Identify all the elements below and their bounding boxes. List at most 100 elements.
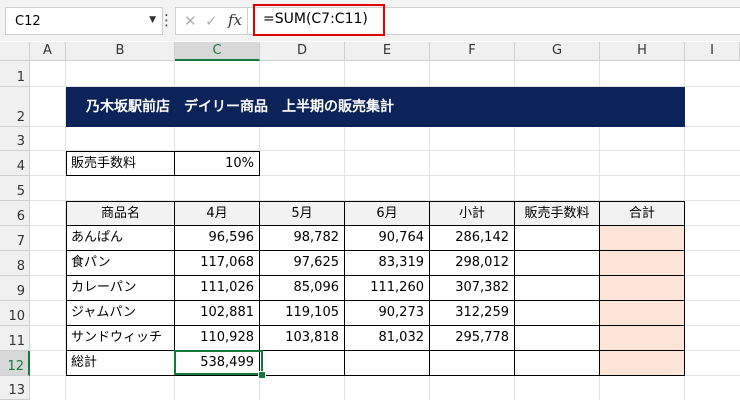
column-header-g[interactable]: G [515,42,600,61]
table-cell[interactable]: 110,928 [175,326,260,351]
table-cell[interactable]: 295,778 [430,326,515,351]
row-number: 4 [16,159,25,174]
product-name-cell[interactable]: 食パン [66,251,175,276]
table-cell[interactable]: 102,881 [175,301,260,326]
formula-buttons: ✕ ✓ fx [175,7,248,35]
row-header-12[interactable]: 12 [0,351,30,376]
row-number: 12 [7,359,24,374]
table-cell[interactable]: 307,382 [430,276,515,301]
row-header-6[interactable]: 6 [0,201,30,226]
row-number: 11 [8,334,25,349]
table-cell[interactable] [600,276,685,301]
total-cell[interactable] [430,351,515,376]
table-cell[interactable]: 96,596 [175,226,260,251]
chevron-down-icon[interactable]: ▼ [149,15,156,25]
table-cell[interactable] [515,301,600,326]
enter-icon[interactable]: ✓ [205,12,218,30]
row-number: 7 [16,234,25,249]
table-cell[interactable]: 119,105 [260,301,345,326]
row-header-10[interactable]: 10 [0,301,30,326]
column-header-i[interactable]: I [685,42,740,61]
header-cell[interactable]: 小計 [430,201,515,226]
header-cell[interactable]: 販売手数料 [515,201,600,226]
product-name-cell[interactable]: ジャムパン [66,301,175,326]
product-name-cell[interactable]: カレーパン [66,276,175,301]
total-label-cell[interactable]: 総計 [66,351,175,376]
table-cell[interactable] [515,276,600,301]
row-number: 10 [8,309,25,324]
row-number: 1 [16,70,25,85]
formula-bar-area: C12 ▼ ⋮ ✕ ✓ fx =SUM(C7:C11) [0,0,740,41]
table-cell[interactable]: 97,625 [260,251,345,276]
table-cell[interactable] [600,251,685,276]
header-cell[interactable]: 5月 [260,201,345,226]
fee-label-cell[interactable]: 販売手数料 [66,151,175,176]
total-cell[interactable] [600,351,685,376]
column-header-b[interactable]: B [66,42,175,61]
table-cell[interactable]: 83,319 [345,251,430,276]
row-number: 6 [16,209,25,224]
column-header-f[interactable]: F [430,42,515,61]
table-cell[interactable]: 81,032 [345,326,430,351]
row-number: 3 [16,134,25,149]
row-header-13[interactable]: 13 [0,376,30,400]
row-header-11[interactable]: 11 [0,326,30,351]
row-header-8[interactable]: 8 [0,251,30,276]
table-cell[interactable]: 312,259 [430,301,515,326]
total-cell[interactable] [345,351,430,376]
formula-highlight[interactable]: =SUM(C7:C11) [253,4,385,36]
column-header-h[interactable]: H [600,42,685,61]
total-cell[interactable] [260,351,345,376]
row-header-3[interactable]: 3 [0,127,30,151]
table-cell[interactable]: 117,068 [175,251,260,276]
table-cell[interactable]: 111,026 [175,276,260,301]
table-cell[interactable]: 90,764 [345,226,430,251]
row-number: 5 [16,184,25,199]
product-name-cell[interactable]: あんぱん [66,226,175,251]
table-cell[interactable] [600,326,685,351]
row-number: 9 [16,284,25,299]
row-header-1[interactable]: 1 [0,61,30,87]
column-header-c[interactable]: C [175,42,260,61]
header-cell[interactable]: 6月 [345,201,430,226]
table-cell[interactable] [600,226,685,251]
select-all-corner[interactable] [0,42,30,61]
column-header-d[interactable]: D [260,42,345,61]
fee-value-cell[interactable]: 10% [175,151,260,176]
fill-handle[interactable] [258,371,266,379]
cancel-icon[interactable]: ✕ [184,12,197,30]
table-cell[interactable]: 298,012 [430,251,515,276]
table-cell[interactable]: 103,818 [260,326,345,351]
row-number: 8 [16,259,25,274]
report-title: 乃木坂駅前店 デイリー商品 上半期の販売集計 [86,99,394,115]
header-cell[interactable]: 商品名 [66,201,175,226]
header-cell[interactable]: 合計 [600,201,685,226]
row-number: 13 [8,383,25,398]
name-box[interactable]: C12 ▼ [5,7,163,35]
row-header-7[interactable]: 7 [0,226,30,251]
table-cell[interactable] [515,251,600,276]
row-number: 2 [16,110,25,125]
total-cell[interactable] [515,351,600,376]
column-header-e[interactable]: E [345,42,430,61]
table-cell[interactable] [600,301,685,326]
table-cell[interactable]: 111,260 [345,276,430,301]
column-header-a[interactable]: A [30,42,66,61]
row-header-9[interactable]: 9 [0,276,30,301]
table-cell[interactable]: 98,782 [260,226,345,251]
table-cell[interactable] [515,326,600,351]
title-band[interactable]: 乃木坂駅前店 デイリー商品 上半期の販売集計 [66,87,685,127]
table-cell[interactable]: 286,142 [430,226,515,251]
row-header-4[interactable]: 4 [0,151,30,176]
insert-function-icon[interactable]: fx [228,11,242,29]
selected-cell-border [174,350,263,375]
table-cell[interactable]: 85,096 [260,276,345,301]
table-cell[interactable]: 90,273 [345,301,430,326]
header-cell[interactable]: 4月 [175,201,260,226]
more-options-icon[interactable]: ⋮ [159,11,174,29]
product-name-cell[interactable]: サンドウィッチ [66,326,175,351]
formula-text: =SUM(C7:C11) [263,11,368,27]
row-header-2[interactable]: 2 [0,87,30,127]
table-cell[interactable] [515,226,600,251]
row-header-5[interactable]: 5 [0,176,30,201]
